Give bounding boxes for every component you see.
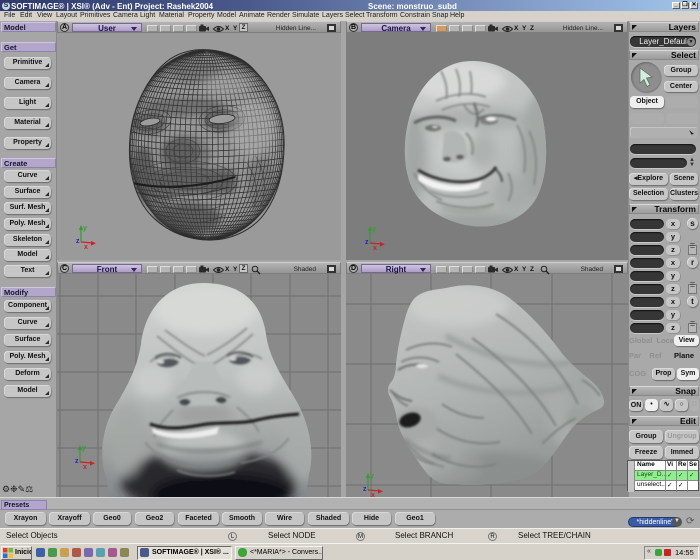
svg-text:z: z [76, 238, 80, 245]
svg-text:y: y [370, 473, 374, 480]
svg-text:z: z [75, 458, 79, 465]
svg-text:x: x [84, 244, 88, 251]
svg-text:x: x [83, 464, 87, 471]
svg-text:z: z [365, 239, 369, 246]
svg-text:z: z [363, 486, 367, 493]
svg-text:y: y [82, 445, 86, 452]
svg-text:y: y [372, 226, 376, 233]
svg-text:x: x [373, 245, 377, 252]
svg-text:y: y [83, 225, 87, 232]
